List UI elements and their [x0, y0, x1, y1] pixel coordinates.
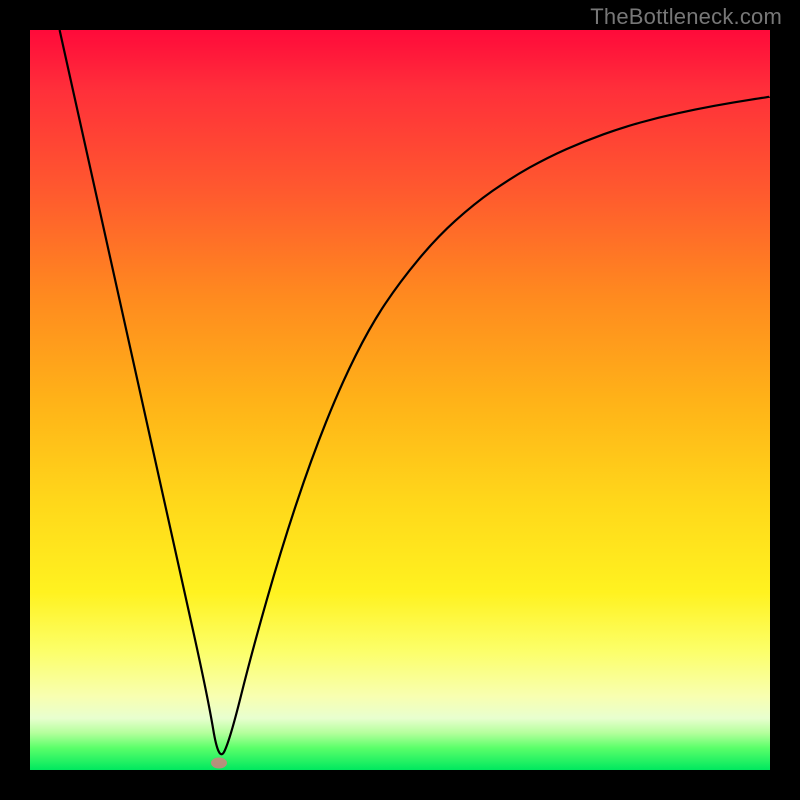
chart-frame: TheBottleneck.com [0, 0, 800, 800]
curve-path [60, 30, 770, 754]
watermark-text: TheBottleneck.com [590, 4, 782, 30]
minimum-marker [211, 757, 227, 768]
bottleneck-curve [30, 30, 770, 770]
